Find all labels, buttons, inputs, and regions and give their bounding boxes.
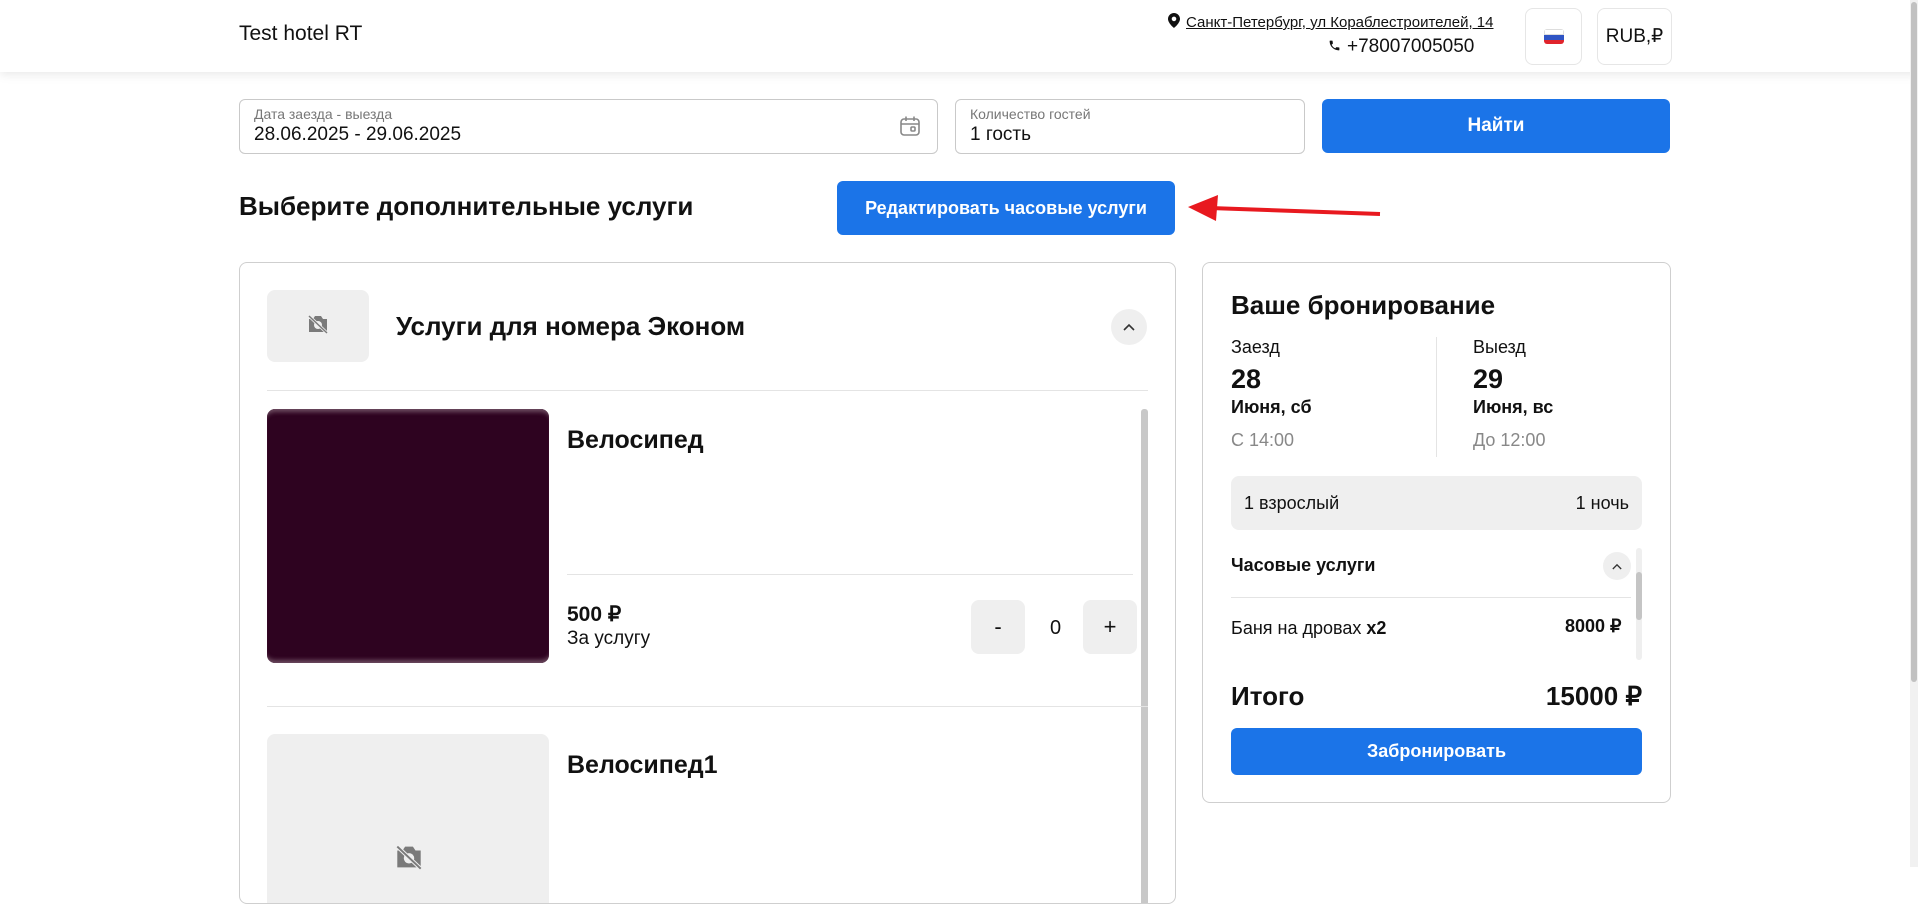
hourly-scrollbar[interactable] xyxy=(1636,548,1642,660)
checkin-month: Июня, сб xyxy=(1231,397,1312,417)
no-photo-icon xyxy=(393,844,425,875)
page-scrollbar[interactable] xyxy=(1910,0,1918,867)
hourly-item-multiplier: x2 xyxy=(1366,618,1387,638)
language-button[interactable] xyxy=(1525,8,1582,65)
chevron-up-icon xyxy=(1123,318,1135,336)
collapse-group-button[interactable] xyxy=(1111,309,1147,345)
address-text[interactable]: Санкт-Петербург, ул Кораблестроителей, 1… xyxy=(1186,14,1494,31)
total-label: Итого xyxy=(1231,681,1305,711)
service-name: Велосипед xyxy=(567,426,704,454)
service-name: Велосипед1 xyxy=(567,751,718,779)
guests-value[interactable]: 1 гость xyxy=(970,124,1031,146)
booking-summary-card: Ваше бронирование Заезд 28 Июня, сб С 14… xyxy=(1202,262,1671,803)
hourly-item-price: 8000 ₽ xyxy=(1565,616,1622,636)
checkin-day: 28 xyxy=(1231,364,1262,394)
hourly-item: Баня на дровах x2 xyxy=(1231,618,1386,639)
services-card: Услуги для номера Эконом Велосипед 500 ₽… xyxy=(239,262,1176,904)
decrease-qty-button[interactable]: - xyxy=(971,600,1025,654)
dates-field[interactable]: Дата заезда - выезда 28.06.2025 - 29.06.… xyxy=(239,99,938,154)
service-unit: За услугу xyxy=(567,628,651,649)
calendar-icon[interactable] xyxy=(899,115,921,142)
checkout-month: Июня, вс xyxy=(1473,397,1554,417)
services-group-title: Услуги для номера Эконом xyxy=(396,311,746,341)
services-scrollbar[interactable] xyxy=(1141,409,1148,903)
divider xyxy=(267,706,1148,707)
checkout-label: Выезд xyxy=(1473,337,1526,357)
no-photo-icon xyxy=(306,314,330,339)
ru-flag-icon xyxy=(1543,29,1564,44)
chevron-up-icon xyxy=(1612,557,1622,575)
guests-nights-summary: 1 взрослый 1 ночь xyxy=(1231,476,1642,530)
service-image-placeholder xyxy=(267,734,549,903)
nights-summary: 1 ночь xyxy=(1575,493,1629,513)
divider xyxy=(267,390,1148,391)
qty-value: 0 xyxy=(1050,617,1062,639)
divider xyxy=(567,574,1133,575)
hourly-scrollbar-thumb[interactable] xyxy=(1636,572,1642,620)
checkin-block: Заезд 28 Июня, сб С 14:00 xyxy=(1231,337,1312,451)
guests-label: Количество гостей xyxy=(970,106,1091,122)
collapse-hourly-button[interactable] xyxy=(1603,552,1631,580)
dates-value[interactable]: 28.06.2025 - 29.06.2025 xyxy=(254,124,461,146)
edit-hourly-services-button[interactable]: Редактировать часовые услуги xyxy=(837,181,1175,235)
guests-summary: 1 взрослый xyxy=(1244,493,1340,513)
address-link[interactable]: Санкт-Петербург, ул Кораблестроителей, 1… xyxy=(1168,13,1494,32)
total-value: 15000 ₽ xyxy=(1545,681,1642,711)
service-image xyxy=(267,409,549,663)
checkout-day: 29 xyxy=(1473,364,1504,394)
booking-title: Ваше бронирование xyxy=(1231,290,1496,320)
phone-link[interactable]: +78007005050 xyxy=(1328,36,1474,58)
increase-qty-button[interactable]: + xyxy=(1083,600,1137,654)
service-price: 500 ₽ xyxy=(567,603,622,626)
checkin-time: С 14:00 xyxy=(1231,430,1295,450)
phone-text[interactable]: +78007005050 xyxy=(1347,36,1474,58)
checkin-label: Заезд xyxy=(1231,337,1280,357)
book-button[interactable]: Забронировать xyxy=(1231,728,1642,775)
currency-button[interactable]: RUB,₽ xyxy=(1597,8,1672,65)
hotel-name[interactable]: Test hotel RT xyxy=(239,22,362,46)
location-pin-icon xyxy=(1168,13,1180,32)
find-button[interactable]: Найти xyxy=(1322,99,1670,153)
vertical-divider xyxy=(1436,337,1437,457)
phone-icon xyxy=(1328,36,1341,58)
checkout-block: Выезд 29 Июня, вс До 12:00 xyxy=(1473,337,1553,451)
hourly-services-title: Часовые услуги xyxy=(1231,555,1376,575)
dates-label: Дата заезда - выезда xyxy=(254,106,393,122)
section-title: Выберите дополнительные услуги xyxy=(239,191,694,221)
page-scrollbar-thumb[interactable] xyxy=(1911,2,1917,682)
group-thumbnail xyxy=(267,290,369,362)
guests-field[interactable]: Количество гостей 1 гость xyxy=(955,99,1305,154)
hourly-item-name: Баня на дровах xyxy=(1231,618,1367,638)
divider xyxy=(1231,597,1631,598)
checkout-time: До 12:00 xyxy=(1473,430,1546,450)
red-arrow-annotation xyxy=(1188,195,1381,221)
